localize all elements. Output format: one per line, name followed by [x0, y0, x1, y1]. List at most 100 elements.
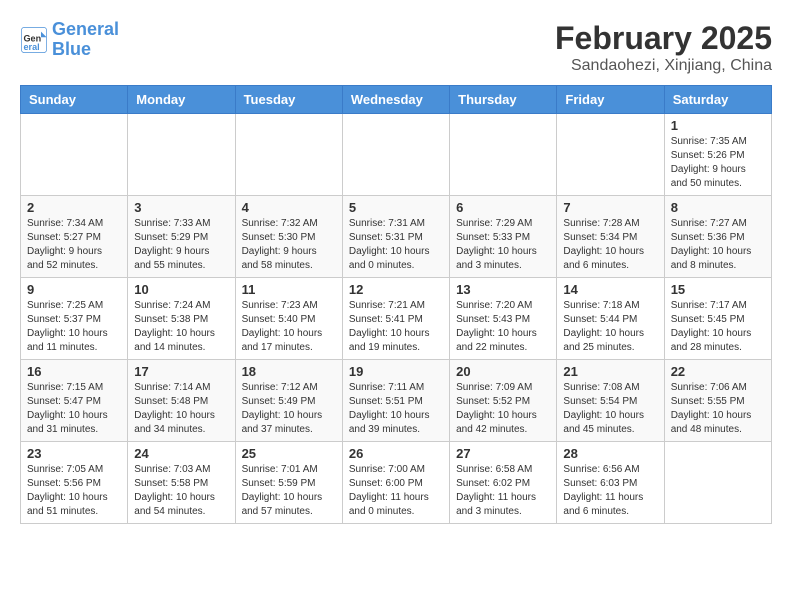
calendar-day-cell: 19 Sunrise: 7:11 AM Sunset: 5:51 PM Dayli…	[342, 360, 449, 442]
calendar-day-cell: 13 Sunrise: 7:20 AM Sunset: 5:43 PM Dayli…	[450, 278, 557, 360]
column-header-wednesday: Wednesday	[342, 86, 449, 114]
day-number: 15	[671, 282, 765, 297]
page-header: Gen eral General Blue February 2025 Sand…	[20, 20, 772, 75]
day-number: 23	[27, 446, 121, 461]
day-info: Sunrise: 7:00 AM Sunset: 6:00 PM Dayligh…	[349, 463, 443, 519]
calendar-day-cell: 16Sunrise: 7:15 AM Sunset: 5:47 PM Dayli…	[21, 360, 128, 442]
day-info: Sunrise: 7:24 AM Sunset: 5:38 PM Dayligh…	[134, 299, 228, 355]
day-number: 11	[242, 282, 336, 297]
day-info: Sunrise: 7:14 AM Sunset: 5:48 PM Dayligh…	[134, 381, 228, 437]
calendar-header-row: SundayMondayTuesdayWednesdayThursdayFrid…	[21, 86, 772, 114]
logo: Gen eral General Blue	[20, 20, 119, 60]
day-info: Sunrise: 7:05 AM Sunset: 5:56 PM Dayligh…	[27, 463, 121, 519]
calendar-day-cell	[557, 114, 664, 196]
calendar-week-4: 16Sunrise: 7:15 AM Sunset: 5:47 PM Dayli…	[21, 360, 772, 442]
logo-blue-text: Blue	[52, 39, 91, 59]
calendar-week-3: 9 Sunrise: 7:25 AM Sunset: 5:37 PM Daylig…	[21, 278, 772, 360]
day-number: 21	[563, 364, 657, 379]
day-number: 22	[671, 364, 765, 379]
day-number: 20	[456, 364, 550, 379]
day-number: 19	[349, 364, 443, 379]
day-number: 9	[27, 282, 121, 297]
day-info: Sunrise: 7:08 AM Sunset: 5:54 PM Dayligh…	[563, 381, 657, 437]
calendar-week-1: 1Sunrise: 7:35 AM Sunset: 5:26 PM Daylig…	[21, 114, 772, 196]
calendar-day-cell: 26 Sunrise: 7:00 AM Sunset: 6:00 PM Dayli…	[342, 442, 449, 524]
day-info: Sunrise: 7:21 AM Sunset: 5:41 PM Dayligh…	[349, 299, 443, 355]
day-number: 17	[134, 364, 228, 379]
calendar-subtitle: Sandaohezi, Xinjiang, China	[555, 57, 772, 75]
calendar-week-5: 23 Sunrise: 7:05 AM Sunset: 5:56 PM Dayli…	[21, 442, 772, 524]
calendar-day-cell: 21 Sunrise: 7:08 AM Sunset: 5:54 PM Dayli…	[557, 360, 664, 442]
logo-name: General	[52, 20, 119, 40]
calendar-day-cell: 8 Sunrise: 7:27 AM Sunset: 5:36 PM Daylig…	[664, 196, 771, 278]
day-info: Sunrise: 7:31 AM Sunset: 5:31 PM Dayligh…	[349, 217, 443, 273]
day-number: 24	[134, 446, 228, 461]
svg-text:eral: eral	[24, 42, 40, 52]
day-info: Sunrise: 7:23 AM Sunset: 5:40 PM Dayligh…	[242, 299, 336, 355]
calendar-day-cell: 27 Sunrise: 6:58 AM Sunset: 6:02 PM Dayli…	[450, 442, 557, 524]
day-number: 10	[134, 282, 228, 297]
day-info: Sunrise: 6:58 AM Sunset: 6:02 PM Dayligh…	[456, 463, 550, 519]
day-number: 14	[563, 282, 657, 297]
calendar-day-cell: 22 Sunrise: 7:06 AM Sunset: 5:55 PM Dayli…	[664, 360, 771, 442]
calendar-title: February 2025	[555, 20, 772, 57]
day-info: Sunrise: 7:18 AM Sunset: 5:44 PM Dayligh…	[563, 299, 657, 355]
calendar-day-cell: 4 Sunrise: 7:32 AM Sunset: 5:30 PM Daylig…	[235, 196, 342, 278]
calendar-day-cell: 15 Sunrise: 7:17 AM Sunset: 5:45 PM Dayli…	[664, 278, 771, 360]
day-number: 28	[563, 446, 657, 461]
calendar-day-cell: 24 Sunrise: 7:03 AM Sunset: 5:58 PM Dayli…	[128, 442, 235, 524]
calendar-day-cell: 18 Sunrise: 7:12 AM Sunset: 5:49 PM Dayli…	[235, 360, 342, 442]
day-info: Sunrise: 7:12 AM Sunset: 5:49 PM Dayligh…	[242, 381, 336, 437]
day-number: 1	[671, 118, 765, 133]
day-number: 3	[134, 200, 228, 215]
calendar-day-cell: 7Sunrise: 7:28 AM Sunset: 5:34 PM Daylig…	[557, 196, 664, 278]
calendar-day-cell	[342, 114, 449, 196]
title-block: February 2025 Sandaohezi, Xinjiang, Chin…	[555, 20, 772, 75]
column-header-thursday: Thursday	[450, 86, 557, 114]
day-info: Sunrise: 7:25 AM Sunset: 5:37 PM Dayligh…	[27, 299, 121, 355]
day-number: 27	[456, 446, 550, 461]
day-info: Sunrise: 7:06 AM Sunset: 5:55 PM Dayligh…	[671, 381, 765, 437]
day-info: Sunrise: 7:27 AM Sunset: 5:36 PM Dayligh…	[671, 217, 765, 273]
calendar-day-cell: 11 Sunrise: 7:23 AM Sunset: 5:40 PM Dayli…	[235, 278, 342, 360]
day-number: 6	[456, 200, 550, 215]
calendar-day-cell: 6Sunrise: 7:29 AM Sunset: 5:33 PM Daylig…	[450, 196, 557, 278]
calendar-day-cell: 25Sunrise: 7:01 AM Sunset: 5:59 PM Dayli…	[235, 442, 342, 524]
calendar-day-cell	[21, 114, 128, 196]
day-info: Sunrise: 7:33 AM Sunset: 5:29 PM Dayligh…	[134, 217, 228, 273]
calendar-day-cell: 2 Sunrise: 7:34 AM Sunset: 5:27 PM Daylig…	[21, 196, 128, 278]
day-number: 25	[242, 446, 336, 461]
day-info: Sunrise: 7:17 AM Sunset: 5:45 PM Dayligh…	[671, 299, 765, 355]
calendar-day-cell: 23 Sunrise: 7:05 AM Sunset: 5:56 PM Dayli…	[21, 442, 128, 524]
day-info: Sunrise: 7:11 AM Sunset: 5:51 PM Dayligh…	[349, 381, 443, 437]
day-number: 18	[242, 364, 336, 379]
day-number: 12	[349, 282, 443, 297]
day-info: Sunrise: 7:32 AM Sunset: 5:30 PM Dayligh…	[242, 217, 336, 273]
day-info: Sunrise: 7:03 AM Sunset: 5:58 PM Dayligh…	[134, 463, 228, 519]
day-number: 2	[27, 200, 121, 215]
day-info: Sunrise: 6:56 AM Sunset: 6:03 PM Dayligh…	[563, 463, 657, 519]
column-header-sunday: Sunday	[21, 86, 128, 114]
calendar-day-cell	[235, 114, 342, 196]
calendar-day-cell: 9 Sunrise: 7:25 AM Sunset: 5:37 PM Daylig…	[21, 278, 128, 360]
calendar-week-2: 2 Sunrise: 7:34 AM Sunset: 5:27 PM Daylig…	[21, 196, 772, 278]
calendar-day-cell: 3 Sunrise: 7:33 AM Sunset: 5:29 PM Daylig…	[128, 196, 235, 278]
day-number: 26	[349, 446, 443, 461]
logo-general: General	[52, 19, 119, 39]
calendar-day-cell: 14 Sunrise: 7:18 AM Sunset: 5:44 PM Dayli…	[557, 278, 664, 360]
calendar-table: SundayMondayTuesdayWednesdayThursdayFrid…	[20, 85, 772, 524]
day-info: Sunrise: 7:20 AM Sunset: 5:43 PM Dayligh…	[456, 299, 550, 355]
column-header-friday: Friday	[557, 86, 664, 114]
column-header-monday: Monday	[128, 86, 235, 114]
day-number: 4	[242, 200, 336, 215]
day-number: 13	[456, 282, 550, 297]
calendar-day-cell: 28 Sunrise: 6:56 AM Sunset: 6:03 PM Dayli…	[557, 442, 664, 524]
day-info: Sunrise: 7:09 AM Sunset: 5:52 PM Dayligh…	[456, 381, 550, 437]
day-number: 8	[671, 200, 765, 215]
calendar-day-cell: 17 Sunrise: 7:14 AM Sunset: 5:48 PM Dayli…	[128, 360, 235, 442]
day-info: Sunrise: 7:34 AM Sunset: 5:27 PM Dayligh…	[27, 217, 121, 273]
column-header-saturday: Saturday	[664, 86, 771, 114]
day-info: Sunrise: 7:15 AM Sunset: 5:47 PM Dayligh…	[27, 381, 121, 437]
logo-icon: Gen eral	[20, 26, 48, 54]
calendar-day-cell: 12 Sunrise: 7:21 AM Sunset: 5:41 PM Dayli…	[342, 278, 449, 360]
